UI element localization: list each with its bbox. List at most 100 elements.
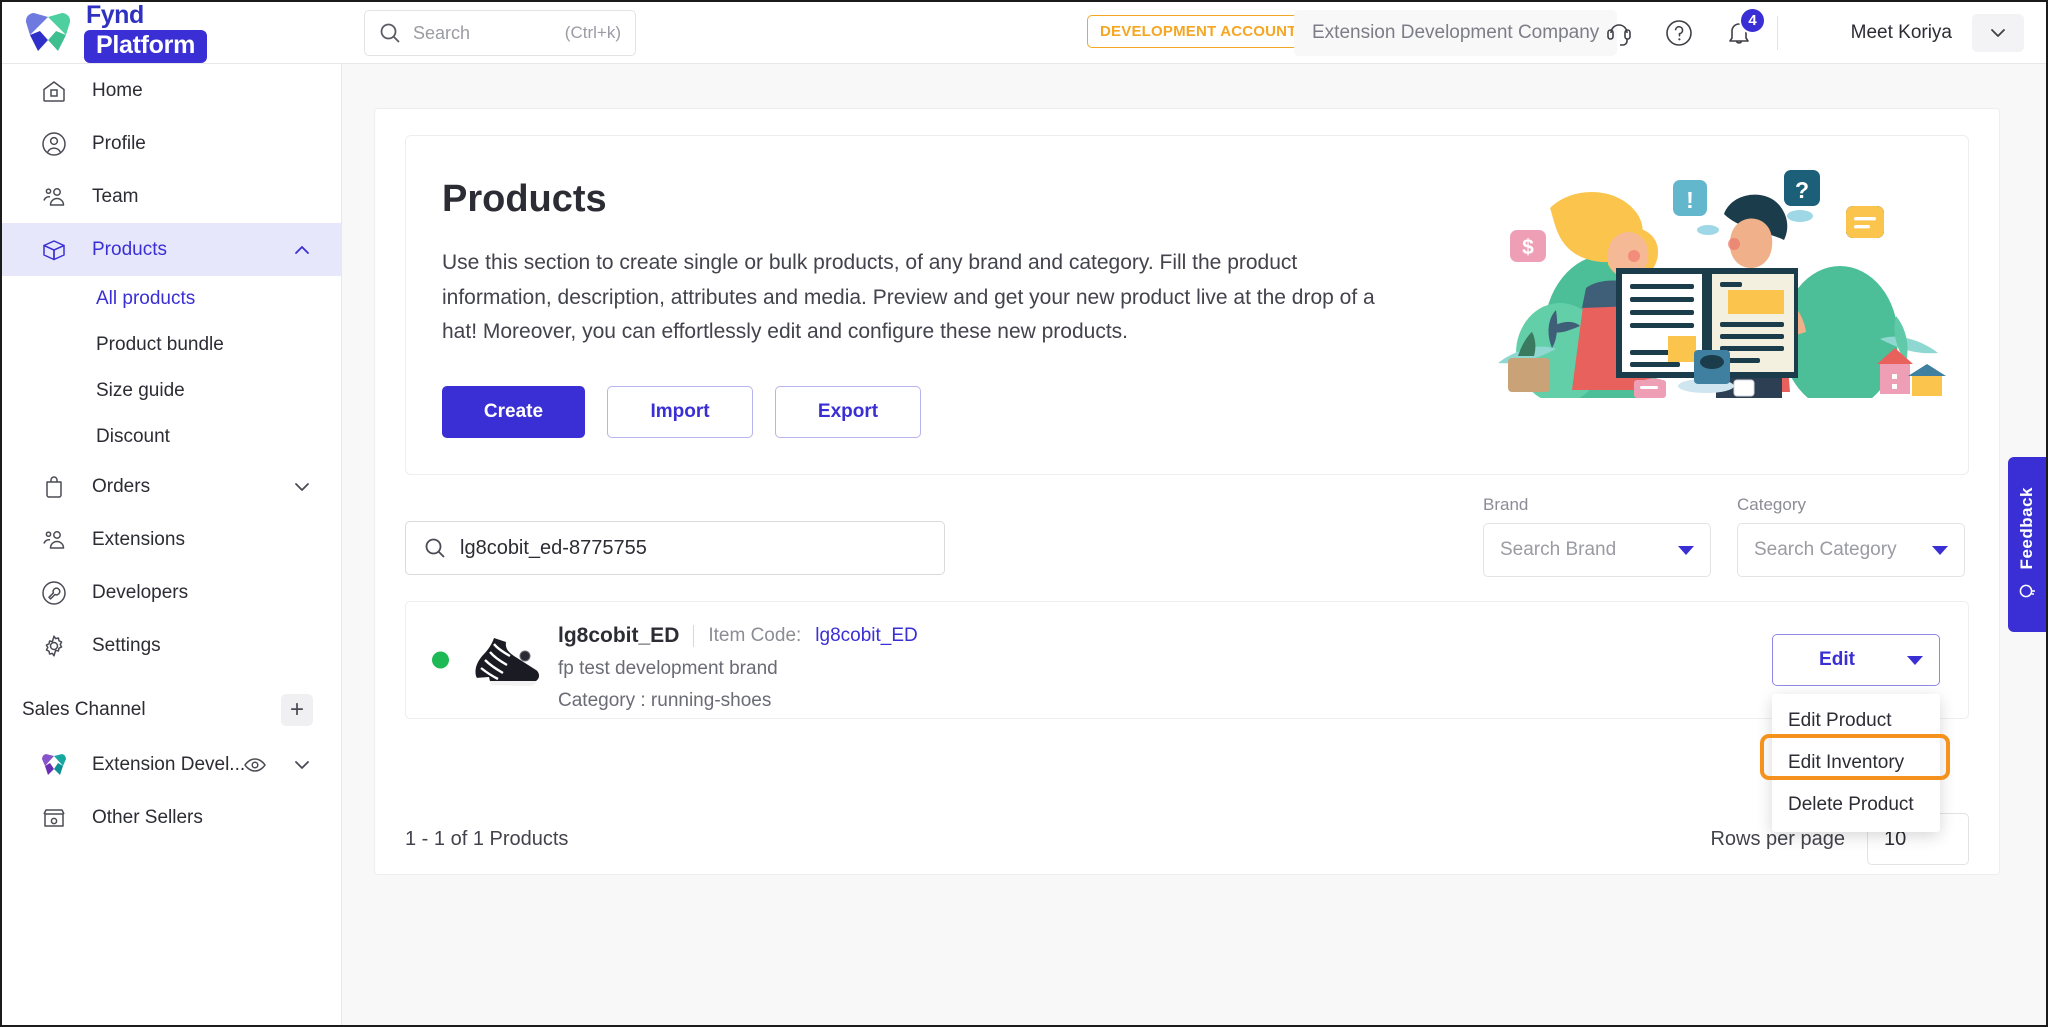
team-icon bbox=[40, 183, 68, 211]
notification-count-badge: 4 bbox=[1739, 7, 1766, 34]
support-headset-icon[interactable] bbox=[1602, 16, 1636, 50]
chevron-down-icon bbox=[1678, 545, 1694, 555]
logo-text-platform: Platform bbox=[84, 29, 208, 63]
product-thumbnail bbox=[468, 624, 546, 696]
brand-filter-select[interactable]: Search Brand bbox=[1483, 523, 1711, 577]
svg-text:?: ? bbox=[1795, 177, 1809, 203]
sidebar-item-label: Profile bbox=[92, 132, 146, 154]
status-badge bbox=[432, 651, 449, 669]
menu-item-edit-inventory[interactable]: Edit Inventory bbox=[1772, 742, 1940, 784]
settings-gear-icon bbox=[40, 632, 68, 660]
filter-bar: lg8cobit_ed-8775755 Brand Search Brand C… bbox=[405, 495, 1969, 577]
sales-channel-section-header: Sales Channel + bbox=[2, 682, 341, 738]
product-search-input[interactable]: lg8cobit_ed-8775755 bbox=[405, 521, 945, 575]
search-shortcut-hint: (Ctrl+k) bbox=[564, 23, 621, 42]
help-question-icon[interactable] bbox=[1662, 16, 1696, 50]
fynd-heart-icon bbox=[40, 751, 68, 779]
edit-dropdown-button[interactable]: Edit bbox=[1772, 634, 1940, 686]
sidebar-item-label: Orders bbox=[92, 475, 151, 497]
sidebar-subitem-discount[interactable]: Discount bbox=[2, 414, 341, 460]
sidebar-item-label: Extension Devel... bbox=[92, 753, 246, 775]
brand-filter-placeholder: Search Brand bbox=[1500, 539, 1617, 560]
notification-bell-icon[interactable]: 4 bbox=[1722, 7, 1766, 50]
fynd-heart-logo-icon bbox=[24, 11, 72, 55]
orders-bag-icon bbox=[40, 473, 68, 501]
extensions-people-icon bbox=[40, 526, 68, 554]
home-icon bbox=[40, 77, 68, 105]
brand-logo[interactable]: Fynd Platform bbox=[2, 2, 342, 63]
top-header: Fynd Platform Search (Ctrl+k) DEVELOPMEN… bbox=[2, 2, 2046, 64]
svg-text:$: $ bbox=[1522, 236, 1534, 259]
sidebar-item-label: Home bbox=[92, 79, 143, 101]
category-filter-label: Category bbox=[1737, 495, 1806, 514]
product-info: lg8cobit_ED Item Code: lg8cobit_ED fp te… bbox=[558, 624, 918, 712]
sidebar-item-extension-development[interactable]: Extension Devel... bbox=[2, 738, 341, 791]
sidebar-nav: Home Profile Team Products All products … bbox=[2, 64, 342, 1025]
item-code-value[interactable]: lg8cobit_ED bbox=[815, 625, 917, 647]
add-sales-channel-button[interactable]: + bbox=[281, 694, 313, 726]
sidebar-item-profile[interactable]: Profile bbox=[2, 117, 341, 170]
products-box-icon bbox=[40, 236, 68, 264]
menu-item-delete-product[interactable]: Delete Product bbox=[1772, 784, 1940, 826]
store-icon bbox=[40, 804, 68, 832]
product-search-value: lg8cobit_ed-8775755 bbox=[460, 536, 647, 559]
user-name-label: Meet Koriya bbox=[1850, 22, 1952, 43]
divider bbox=[693, 625, 695, 647]
sidebar-item-label: Other Sellers bbox=[92, 806, 203, 828]
sidebar-item-extensions[interactable]: Extensions bbox=[2, 513, 341, 566]
category-filter-select[interactable]: Search Category bbox=[1737, 523, 1965, 577]
chevron-up-icon bbox=[291, 239, 313, 261]
sidebar-item-other-sellers[interactable]: Other Sellers bbox=[2, 791, 341, 844]
chevron-down-icon bbox=[1891, 655, 1939, 665]
global-search-input[interactable]: Search (Ctrl+k) bbox=[364, 10, 636, 56]
sidebar-item-developers[interactable]: Developers bbox=[2, 566, 341, 619]
brand-filter: Brand Search Brand bbox=[1483, 495, 1711, 577]
products-hero-banner: Products Use this section to create sing… bbox=[405, 135, 1969, 475]
products-illustration: $ ! ? bbox=[1488, 148, 1948, 398]
product-name: lg8cobit_ED bbox=[558, 624, 680, 647]
development-account-badge: DEVELOPMENT ACCOUNT bbox=[1087, 15, 1310, 48]
product-list-row[interactable]: lg8cobit_ED Item Code: lg8cobit_ED fp te… bbox=[405, 601, 1969, 832]
search-icon bbox=[379, 22, 401, 44]
chevron-down-icon bbox=[1932, 545, 1948, 555]
svg-text:!: ! bbox=[1686, 187, 1694, 213]
sidebar-subitem-size-guide[interactable]: Size guide bbox=[2, 368, 341, 414]
lightbulb-icon bbox=[2017, 582, 2037, 602]
user-menu-chevron-down-icon[interactable] bbox=[1972, 14, 2024, 52]
chevron-down-icon bbox=[291, 476, 313, 498]
create-button[interactable]: Create bbox=[442, 386, 585, 438]
sales-channel-title: Sales Channel bbox=[22, 699, 146, 720]
sidebar-item-settings[interactable]: Settings bbox=[2, 619, 341, 672]
sidebar-subitem-product-bundle[interactable]: Product bundle bbox=[2, 322, 341, 368]
feedback-label: Feedback bbox=[2017, 487, 2036, 570]
sidebar-item-label: Products bbox=[92, 238, 167, 260]
export-button[interactable]: Export bbox=[775, 386, 921, 438]
main-content: Products Use this section to create sing… bbox=[342, 64, 2046, 1025]
page-title: Products bbox=[442, 178, 607, 220]
category-filter-placeholder: Search Category bbox=[1754, 539, 1897, 560]
hero-action-buttons: Create Import Export bbox=[442, 386, 921, 438]
import-button[interactable]: Import bbox=[607, 386, 753, 438]
sidebar-item-label: Extensions bbox=[92, 528, 185, 550]
chevron-down-icon[interactable] bbox=[291, 754, 313, 776]
sidebar-subitem-all-products[interactable]: All products bbox=[2, 276, 341, 322]
edit-button-label: Edit bbox=[1819, 649, 1855, 670]
sidebar-item-label: Settings bbox=[92, 634, 161, 656]
sidebar-item-home[interactable]: Home bbox=[2, 64, 341, 117]
menu-item-edit-product[interactable]: Edit Product bbox=[1772, 700, 1940, 742]
sidebar-item-products[interactable]: Products bbox=[2, 223, 341, 276]
page-description: Use this section to create single or bul… bbox=[442, 251, 1375, 344]
sidebar-item-team[interactable]: Team bbox=[2, 170, 341, 223]
global-search-placeholder: Search bbox=[413, 22, 471, 43]
preview-eye-icon[interactable] bbox=[243, 753, 267, 777]
edit-dropdown-menu: Edit Product Edit Inventory Delete Produ… bbox=[1760, 694, 1950, 832]
developers-wrench-icon bbox=[40, 579, 68, 607]
sidebar-item-orders[interactable]: Orders bbox=[2, 460, 341, 513]
company-name: Extension Development Company bbox=[1294, 10, 1618, 56]
feedback-tab[interactable]: Feedback bbox=[2008, 457, 2046, 632]
product-category: Category : running-shoes bbox=[558, 690, 772, 711]
header-icon-group: 4 bbox=[1602, 2, 1766, 64]
table-footer: 1 - 1 of 1 Products Rows per page 10 bbox=[405, 809, 1969, 869]
profile-icon bbox=[40, 130, 68, 158]
sidebar-item-label: Team bbox=[92, 185, 139, 207]
